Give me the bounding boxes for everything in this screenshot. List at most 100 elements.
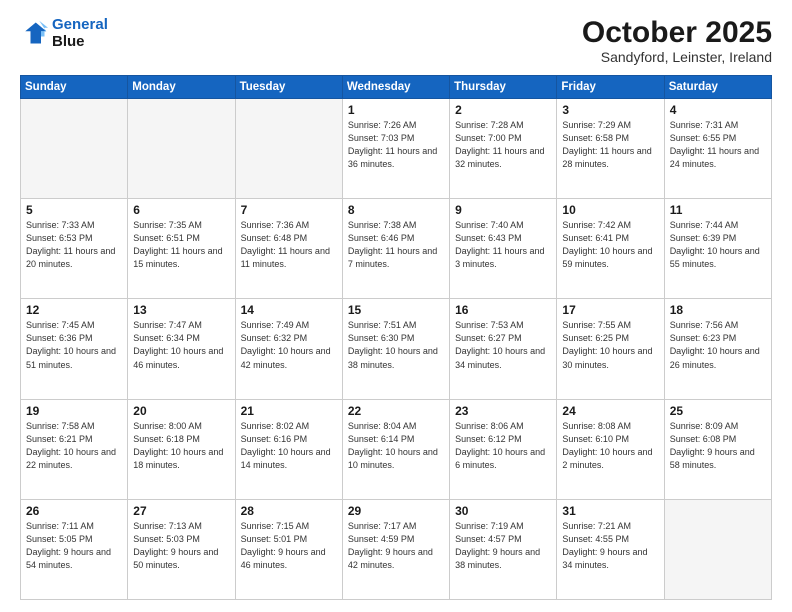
day-number: 2	[455, 103, 551, 117]
day-number: 27	[133, 504, 229, 518]
day-info: Sunrise: 7:55 AMSunset: 6:25 PMDaylight:…	[562, 319, 658, 371]
cell-4-3: 21 Sunrise: 8:02 AMSunset: 6:16 PMDayligh…	[235, 399, 342, 499]
cell-3-5: 16 Sunrise: 7:53 AMSunset: 6:27 PMDayligh…	[450, 299, 557, 399]
day-info: Sunrise: 8:04 AMSunset: 6:14 PMDaylight:…	[348, 420, 444, 472]
cell-4-2: 20Sunrise: 8:00 AMSunset: 6:18 PMDayligh…	[128, 399, 235, 499]
col-sunday: Sunday	[21, 76, 128, 99]
day-number: 20	[133, 404, 229, 418]
cell-3-7: 18 Sunrise: 7:56 AMSunset: 6:23 PMDayligh…	[664, 299, 771, 399]
day-info: Sunrise: 7:11 AMSunset: 5:05 PMDaylight:…	[26, 520, 122, 572]
day-info: Sunrise: 7:56 AMSunset: 6:23 PMDaylight:…	[670, 319, 766, 371]
cell-4-6: 24 Sunrise: 8:08 AMSunset: 6:10 PMDayligh…	[557, 399, 664, 499]
day-info: Sunrise: 7:15 AMSunset: 5:01 PMDaylight:…	[241, 520, 337, 572]
col-saturday: Saturday	[664, 76, 771, 99]
day-info: Sunrise: 7:13 AMSunset: 5:03 PMDaylight:…	[133, 520, 229, 572]
cell-4-4: 22 Sunrise: 8:04 AMSunset: 6:14 PMDayligh…	[342, 399, 449, 499]
cell-4-1: 19 Sunrise: 7:58 AMSunset: 6:21 PMDayligh…	[21, 399, 128, 499]
cell-1-4: 1Sunrise: 7:26 AMSunset: 7:03 PMDaylight…	[342, 99, 449, 199]
day-info: Sunrise: 7:53 AMSunset: 6:27 PMDaylight:…	[455, 319, 551, 371]
day-info: Sunrise: 7:19 AMSunset: 4:57 PMDaylight:…	[455, 520, 551, 572]
cell-5-2: 27 Sunrise: 7:13 AMSunset: 5:03 PMDayligh…	[128, 499, 235, 599]
day-number: 23	[455, 404, 551, 418]
day-number: 7	[241, 203, 337, 217]
cell-4-7: 25 Sunrise: 8:09 AMSunset: 6:08 PMDayligh…	[664, 399, 771, 499]
day-number: 16	[455, 303, 551, 317]
cell-1-3	[235, 99, 342, 199]
cell-5-6: 31Sunrise: 7:21 AMSunset: 4:55 PMDayligh…	[557, 499, 664, 599]
cell-2-6: 10 Sunrise: 7:42 AMSunset: 6:41 PMDayligh…	[557, 199, 664, 299]
day-number: 24	[562, 404, 658, 418]
day-number: 28	[241, 504, 337, 518]
day-info: Sunrise: 8:06 AMSunset: 6:12 PMDaylight:…	[455, 420, 551, 472]
day-number: 15	[348, 303, 444, 317]
day-number: 5	[26, 203, 122, 217]
cell-2-1: 5 Sunrise: 7:33 AMSunset: 6:53 PMDaylight…	[21, 199, 128, 299]
day-info: Sunrise: 7:28 AMSunset: 7:00 PMDaylight:…	[455, 119, 551, 171]
day-number: 29	[348, 504, 444, 518]
cell-1-1	[21, 99, 128, 199]
day-number: 22	[348, 404, 444, 418]
title-block: October 2025 Sandyford, Leinster, Irelan…	[582, 16, 772, 65]
cell-2-3: 7 Sunrise: 7:36 AMSunset: 6:48 PMDaylight…	[235, 199, 342, 299]
location-subtitle: Sandyford, Leinster, Ireland	[582, 49, 772, 65]
day-info: Sunrise: 8:08 AMSunset: 6:10 PMDaylight:…	[562, 420, 658, 472]
day-number: 30	[455, 504, 551, 518]
day-info: Sunrise: 7:29 AMSunset: 6:58 PMDaylight:…	[562, 119, 658, 171]
calendar-table: Sunday Monday Tuesday Wednesday Thursday…	[20, 75, 772, 600]
day-number: 11	[670, 203, 766, 217]
day-info: Sunrise: 7:33 AMSunset: 6:53 PMDaylight:…	[26, 219, 122, 271]
cell-3-6: 17Sunrise: 7:55 AMSunset: 6:25 PMDayligh…	[557, 299, 664, 399]
day-info: Sunrise: 7:42 AMSunset: 6:41 PMDaylight:…	[562, 219, 658, 271]
day-info: Sunrise: 7:31 AMSunset: 6:55 PMDaylight:…	[670, 119, 766, 171]
day-info: Sunrise: 7:26 AMSunset: 7:03 PMDaylight:…	[348, 119, 444, 171]
cell-2-2: 6 Sunrise: 7:35 AMSunset: 6:51 PMDaylight…	[128, 199, 235, 299]
day-number: 10	[562, 203, 658, 217]
day-info: Sunrise: 7:58 AMSunset: 6:21 PMDaylight:…	[26, 420, 122, 472]
day-info: Sunrise: 7:35 AMSunset: 6:51 PMDaylight:…	[133, 219, 229, 271]
cell-5-5: 30 Sunrise: 7:19 AMSunset: 4:57 PMDayligh…	[450, 499, 557, 599]
month-title: October 2025	[582, 16, 772, 49]
col-thursday: Thursday	[450, 76, 557, 99]
cell-4-5: 23 Sunrise: 8:06 AMSunset: 6:12 PMDayligh…	[450, 399, 557, 499]
cell-3-2: 13Sunrise: 7:47 AMSunset: 6:34 PMDayligh…	[128, 299, 235, 399]
col-wednesday: Wednesday	[342, 76, 449, 99]
cell-5-4: 29 Sunrise: 7:17 AMSunset: 4:59 PMDayligh…	[342, 499, 449, 599]
cell-5-1: 26 Sunrise: 7:11 AMSunset: 5:05 PMDayligh…	[21, 499, 128, 599]
day-info: Sunrise: 7:44 AMSunset: 6:39 PMDaylight:…	[670, 219, 766, 271]
logo: General Blue	[20, 16, 108, 51]
day-number: 8	[348, 203, 444, 217]
day-number: 9	[455, 203, 551, 217]
day-info: Sunrise: 8:02 AMSunset: 6:16 PMDaylight:…	[241, 420, 337, 472]
day-info: Sunrise: 7:36 AMSunset: 6:48 PMDaylight:…	[241, 219, 337, 271]
cell-1-6: 3Sunrise: 7:29 AMSunset: 6:58 PMDaylight…	[557, 99, 664, 199]
day-info: Sunrise: 7:51 AMSunset: 6:30 PMDaylight:…	[348, 319, 444, 371]
day-info: Sunrise: 7:49 AMSunset: 6:32 PMDaylight:…	[241, 319, 337, 371]
day-info: Sunrise: 7:17 AMSunset: 4:59 PMDaylight:…	[348, 520, 444, 572]
calendar-header-row: Sunday Monday Tuesday Wednesday Thursday…	[21, 76, 772, 99]
cell-2-7: 11 Sunrise: 7:44 AMSunset: 6:39 PMDayligh…	[664, 199, 771, 299]
day-number: 25	[670, 404, 766, 418]
header: General Blue October 2025 Sandyford, Lei…	[20, 16, 772, 65]
cell-2-4: 8 Sunrise: 7:38 AMSunset: 6:46 PMDaylight…	[342, 199, 449, 299]
col-monday: Monday	[128, 76, 235, 99]
day-info: Sunrise: 8:09 AMSunset: 6:08 PMDaylight:…	[670, 420, 766, 472]
day-info: Sunrise: 7:21 AMSunset: 4:55 PMDaylight:…	[562, 520, 658, 572]
cell-5-3: 28 Sunrise: 7:15 AMSunset: 5:01 PMDayligh…	[235, 499, 342, 599]
cell-2-5: 9 Sunrise: 7:40 AMSunset: 6:43 PMDaylight…	[450, 199, 557, 299]
day-number: 6	[133, 203, 229, 217]
day-info: Sunrise: 7:38 AMSunset: 6:46 PMDaylight:…	[348, 219, 444, 271]
day-number: 21	[241, 404, 337, 418]
day-number: 18	[670, 303, 766, 317]
cell-3-4: 15 Sunrise: 7:51 AMSunset: 6:30 PMDayligh…	[342, 299, 449, 399]
week-row-2: 5 Sunrise: 7:33 AMSunset: 6:53 PMDaylight…	[21, 199, 772, 299]
week-row-4: 19 Sunrise: 7:58 AMSunset: 6:21 PMDayligh…	[21, 399, 772, 499]
page: General Blue October 2025 Sandyford, Lei…	[0, 0, 792, 612]
week-row-1: 1Sunrise: 7:26 AMSunset: 7:03 PMDaylight…	[21, 99, 772, 199]
day-number: 26	[26, 504, 122, 518]
col-tuesday: Tuesday	[235, 76, 342, 99]
logo-text: General Blue	[52, 16, 108, 51]
day-number: 19	[26, 404, 122, 418]
week-row-5: 26 Sunrise: 7:11 AMSunset: 5:05 PMDayligh…	[21, 499, 772, 599]
logo-icon	[20, 19, 48, 47]
day-info: Sunrise: 7:40 AMSunset: 6:43 PMDaylight:…	[455, 219, 551, 271]
